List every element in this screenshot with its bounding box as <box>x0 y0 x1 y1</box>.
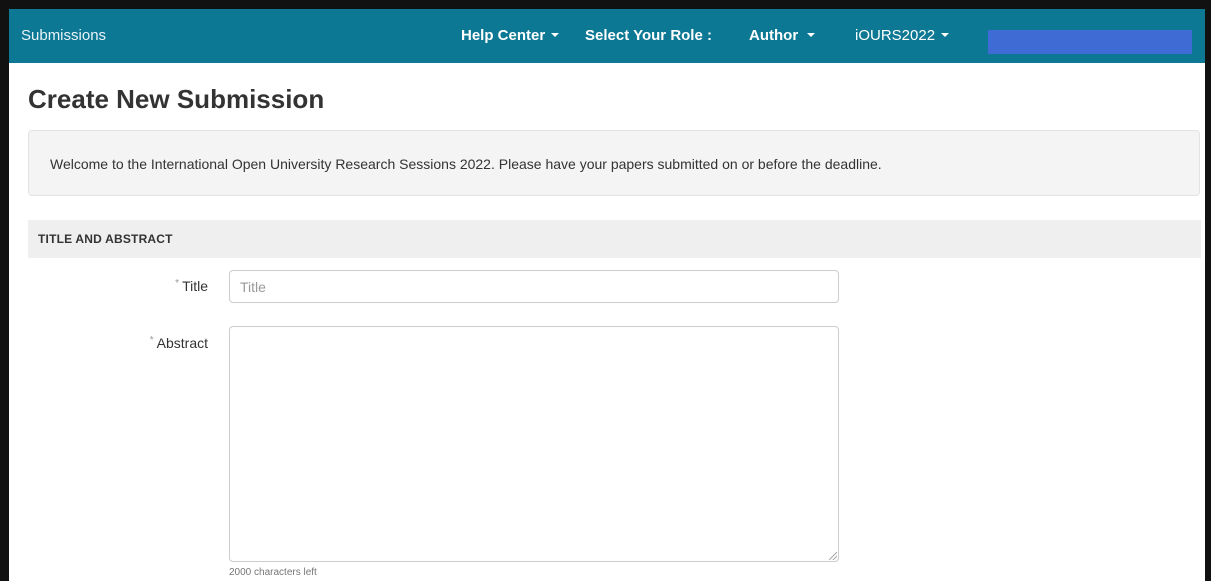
role-menu[interactable]: Author <box>749 9 816 63</box>
brand-link[interactable]: Submissions <box>21 9 106 63</box>
app-frame: Submissions Help Center Select Your Role… <box>0 0 1211 581</box>
resize-handle-icon[interactable] <box>829 552 837 560</box>
top-navbar: Submissions Help Center Select Your Role… <box>9 9 1205 63</box>
title-label: * Title <box>139 278 208 294</box>
chevron-down-icon <box>551 33 560 38</box>
help-center-label: Help Center <box>461 27 546 44</box>
title-label-text: Title <box>182 278 208 294</box>
help-center-menu[interactable]: Help Center <box>461 9 560 63</box>
required-marker: * <box>175 278 180 289</box>
conference-menu[interactable]: iOURS2022 <box>855 9 950 63</box>
title-input[interactable] <box>229 270 839 303</box>
role-label: Author <box>749 27 799 44</box>
user-account-menu[interactable] <box>988 30 1192 54</box>
page-title: Create New Submission <box>28 84 325 114</box>
select-role-label: Select Your Role : <box>585 27 712 44</box>
required-marker: * <box>149 335 154 346</box>
chevron-down-icon <box>941 33 950 38</box>
abstract-textarea[interactable] <box>229 326 839 562</box>
abstract-label: * Abstract <box>119 335 208 351</box>
conference-label: iOURS2022 <box>855 27 936 44</box>
abstract-label-text: Abstract <box>156 335 208 351</box>
section-header-title-abstract: TITLE AND ABSTRACT <box>28 220 1201 258</box>
abstract-char-count: 2000 characters left <box>229 567 317 578</box>
welcome-message: Welcome to the International Open Univer… <box>28 130 1200 196</box>
chevron-down-icon <box>807 33 816 38</box>
